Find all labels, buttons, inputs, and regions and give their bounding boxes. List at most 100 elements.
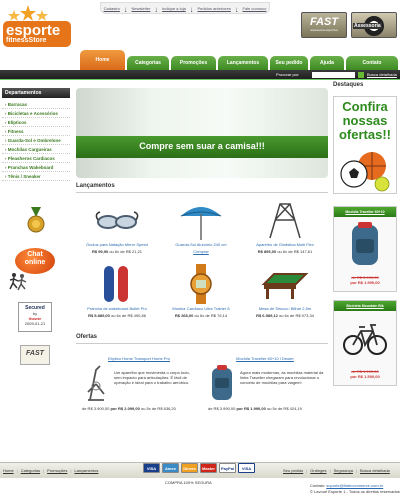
product-buy-link[interactable]: Comprar: [160, 249, 242, 254]
tab-categorias[interactable]: Categorias: [127, 56, 169, 70]
lancamentos-title: Lançamentos: [76, 183, 115, 189]
sidebar-item-pranchas[interactable]: Pranchas Wakeboard: [2, 163, 70, 172]
sidebar-item-mochilas[interactable]: Mochilas Cargueiras: [2, 145, 70, 154]
fast-badge[interactable]: FAST assessoria esportiva: [301, 12, 347, 38]
product-card[interactable]: Aparelho de Ginástica Multi Flex R$ 895,…: [244, 200, 326, 260]
assessoria-badge[interactable]: Assessoria: [351, 12, 397, 38]
product-card[interactable]: Mesa de Sinuca / Bilhar 2,5m R$ 6.589,12…: [244, 264, 326, 324]
featured-card-title[interactable]: Bicicleta Mountain Bik: [334, 301, 396, 311]
product-card[interactable]: Monitor Cardíaco Ultra Trainer 8 R$ 268,…: [160, 264, 242, 324]
footer-link-promocoes[interactable]: Promoções: [47, 468, 67, 473]
product-name[interactable]: Guarda-Sol Alumínio 240 cm: [160, 242, 242, 247]
chat-online-button[interactable]: Chat online: [15, 248, 55, 274]
featured-card-price: de R$ 3.990,00 por R$ 1.990,00: [350, 275, 380, 285]
featured-card[interactable]: Bicicleta Mountain Bik de R$ 1.990,00 po…: [333, 300, 397, 386]
elliptical-icon: [87, 365, 105, 401]
advanced-search-link[interactable]: Busca detalhada: [367, 72, 397, 77]
visa-icon: VISA: [143, 463, 160, 473]
gym-machine-icon: [269, 203, 301, 239]
top-link-indique[interactable]: Indique a loja: [162, 6, 186, 11]
product-card[interactable]: Guarda-Sol Alumínio 240 cm Comprar: [160, 200, 242, 260]
main-nav: Home Categorias Promoções Lançamentos Se…: [0, 50, 400, 70]
footer-link-ordinges[interactable]: Ordinges: [310, 468, 326, 473]
footer-link-lancamentos[interactable]: Lançamentos: [74, 468, 98, 473]
featured-card-price: de R$ 1.990,00 por R$ 1.590,00: [350, 369, 380, 379]
goggles-icon: [95, 211, 139, 229]
search-button[interactable]: [358, 72, 364, 78]
sidebar-item-bicicletas[interactable]: Bicicletas e Acessórios: [2, 109, 70, 118]
offer-price: de R$ 3.990,00 por R$ 1.990,00 ou 5x de …: [208, 406, 302, 411]
search-label: Procurar por:: [276, 72, 300, 77]
secure-purchase-label: COMPRA 100% SEGURA: [165, 480, 212, 485]
footer-links-left: Home | Categorias | Promoções | Lançamentos: [3, 468, 99, 473]
chat-line1: Chat: [27, 251, 43, 258]
footer-link-seu-pedido[interactable]: Seu pedido: [283, 468, 303, 473]
sidebar-item-elipticos[interactable]: Elípticos: [2, 118, 70, 127]
footer-link-home[interactable]: Home: [3, 468, 14, 473]
secured-by-thawte-seal[interactable]: Secured by thawte 2009-01-21: [18, 302, 52, 332]
sidebar-item-guarda-sol[interactable]: Guarda-Sol e Ombrelone: [2, 136, 70, 145]
tab-promocoes[interactable]: Promoções: [171, 56, 216, 70]
wakeboard-icon: [104, 266, 128, 302]
top-link-cadastro[interactable]: Cadastro: [104, 6, 120, 11]
product-price: R$ 268,00 ou 6x de R$ 76,14: [174, 313, 228, 318]
ofertas-divider: [76, 343, 328, 344]
hero-banner-text: Compre sem suar a camisa!!!: [139, 141, 265, 151]
top-link-pedidos[interactable]: Pedidos anteriores: [198, 6, 231, 11]
search-input[interactable]: [312, 72, 355, 78]
contact-email-link[interactable]: suporte@lfatecommerce.com.br: [326, 483, 383, 488]
departments-title: Departamentos: [2, 88, 70, 98]
tab-contato[interactable]: Contato: [346, 56, 398, 70]
product-price: R$ 895,00 ou 6x de R$ 147,61: [257, 249, 313, 254]
top-link-fale-conosco[interactable]: Fale conosco: [243, 6, 267, 11]
fast-badge-title: FAST: [309, 16, 339, 28]
sports-balls-icon: [340, 152, 390, 192]
umbrella-icon: [180, 207, 222, 240]
product-name[interactable]: Aparelho de Ginástica Multi Flex: [244, 242, 326, 247]
lancamentos-divider: [76, 192, 328, 193]
footer-link-seguranca[interactable]: Segurança: [334, 468, 353, 473]
tab-home[interactable]: Home: [80, 50, 125, 70]
product-name[interactable]: Prancha de wakeboard Bullet Pro: [76, 306, 158, 311]
mastercard-icon: Master: [200, 463, 217, 473]
sidebar-item-tenis[interactable]: Tênis / Sneaker: [2, 172, 70, 181]
top-link-newsletter[interactable]: Newsletter: [132, 6, 151, 11]
sidebar-item-barracas[interactable]: Barracas: [2, 100, 70, 109]
product-name[interactable]: Óculos para Natação Mirror Speed: [76, 242, 158, 247]
product-card[interactable]: Prancha de wakeboard Bullet Pro R$ 5.889…: [76, 264, 158, 324]
store-logo[interactable]: esporte fitnessStore: [2, 4, 72, 48]
destaques-title: Destaques: [333, 82, 364, 88]
pool-table-icon: [261, 273, 309, 299]
offer-price: de R$ 3.900,00 por R$ 2.099,00 ou 5x de …: [82, 406, 176, 411]
secured-date: 2009-01-21: [24, 321, 46, 326]
fast-small-logo[interactable]: FAST: [20, 345, 50, 365]
runners-icon: [9, 273, 27, 291]
featured-card-title[interactable]: Mochila Traveller 60+10: [334, 207, 396, 217]
tab-ajuda[interactable]: Ajuda: [310, 56, 344, 70]
assessoria-label: Assessoria: [353, 23, 382, 29]
footer-contact: Contato: suporte@lfatecommerce.com.br: [310, 483, 384, 488]
featured-card[interactable]: Mochila Traveller 60+10 de R$ 3.990,00 p…: [333, 206, 397, 292]
tab-seu-pedido[interactable]: Seu pedido: [270, 56, 308, 70]
product-name[interactable]: Mesa de Sinuca / Bilhar 2,5m: [244, 306, 326, 311]
heart-monitor-watch-icon: [190, 264, 212, 304]
departments-list: Barracas Bicicletas e Acessórios Elíptic…: [2, 100, 70, 181]
product-price: R$ 6.589,12 ou 6x de R$ 973,34: [256, 313, 314, 318]
sidebar-item-monitores[interactable]: Pleasheros Cardiacos: [2, 154, 70, 163]
promo-text: Confira nossas ofertas!!: [338, 99, 391, 142]
logo-text-sub: fitnessStore: [6, 37, 47, 44]
product-name[interactable]: Monitor Cardíaco Ultra Trainer 8: [160, 306, 242, 311]
diners-icon: Diners: [181, 463, 198, 473]
offer-card[interactable]: Elíptico Home Transport Home Pro Um apar…: [78, 356, 200, 416]
footer-link-busca[interactable]: Busca detalhada: [360, 468, 390, 473]
sidebar-item-fitness[interactable]: Fitness: [2, 127, 70, 136]
footer-link-categorias[interactable]: Categorias: [21, 468, 40, 473]
hero-banner[interactable]: [76, 88, 328, 178]
offer-card[interactable]: Mochila Traveller 60+10 l Deuter Agora m…: [204, 356, 326, 416]
product-card[interactable]: Óculos para Natação Mirror Speed R$ 99,9…: [76, 200, 158, 260]
ofertas-title: Ofertas: [76, 334, 98, 340]
tab-lancamentos[interactable]: Lançamentos: [218, 56, 268, 70]
offer-name[interactable]: Elíptico Home Transport Home Pro: [78, 356, 200, 361]
backpack-icon: [212, 365, 232, 400]
offer-name[interactable]: Mochila Traveller 60+10 l Deuter: [204, 356, 326, 361]
